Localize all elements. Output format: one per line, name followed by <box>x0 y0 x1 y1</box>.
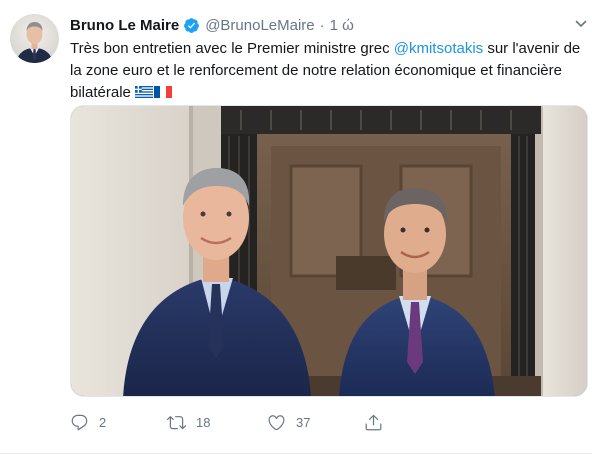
france-flag-icon <box>154 83 173 98</box>
retweet-count: 18 <box>196 414 211 430</box>
tweet-photo[interactable] <box>70 105 588 397</box>
tweet-text: Très bon entretien avec le Premier minis… <box>70 38 590 104</box>
chevron-down-icon[interactable] <box>574 17 588 31</box>
share-icon <box>364 413 383 432</box>
tweet-actions: 2 18 37 <box>70 410 400 434</box>
author-handle[interactable]: @BrunoLeMaire <box>205 17 314 34</box>
like-button[interactable]: 37 <box>267 410 310 434</box>
retweet-button[interactable]: 18 <box>167 410 210 434</box>
author-display-name[interactable]: Bruno Le Maire <box>70 17 179 34</box>
tweet-text-part-1: Très bon entretien avec le Premier minis… <box>70 40 394 57</box>
author-avatar[interactable] <box>10 14 59 63</box>
tweet-header: Bruno Le Maire @BrunoLeMaire · 1 ώ <box>70 14 354 36</box>
separator-dot: · <box>319 16 325 34</box>
greece-flag-icon <box>135 83 154 98</box>
reply-icon <box>70 413 89 432</box>
like-count: 37 <box>296 414 311 430</box>
tweet-timestamp[interactable]: 1 ώ <box>330 17 354 34</box>
tweet[interactable]: Bruno Le Maire @BrunoLeMaire · 1 ώ Très … <box>0 0 592 455</box>
mention-link[interactable]: @kmitsotakis <box>394 40 483 57</box>
reply-button[interactable]: 2 <box>70 410 106 434</box>
heart-icon <box>267 413 286 432</box>
tweet-divider <box>0 453 592 454</box>
verified-badge-icon <box>183 17 200 34</box>
reply-count: 2 <box>99 414 107 430</box>
retweet-icon <box>167 413 186 432</box>
share-button[interactable] <box>364 410 383 434</box>
